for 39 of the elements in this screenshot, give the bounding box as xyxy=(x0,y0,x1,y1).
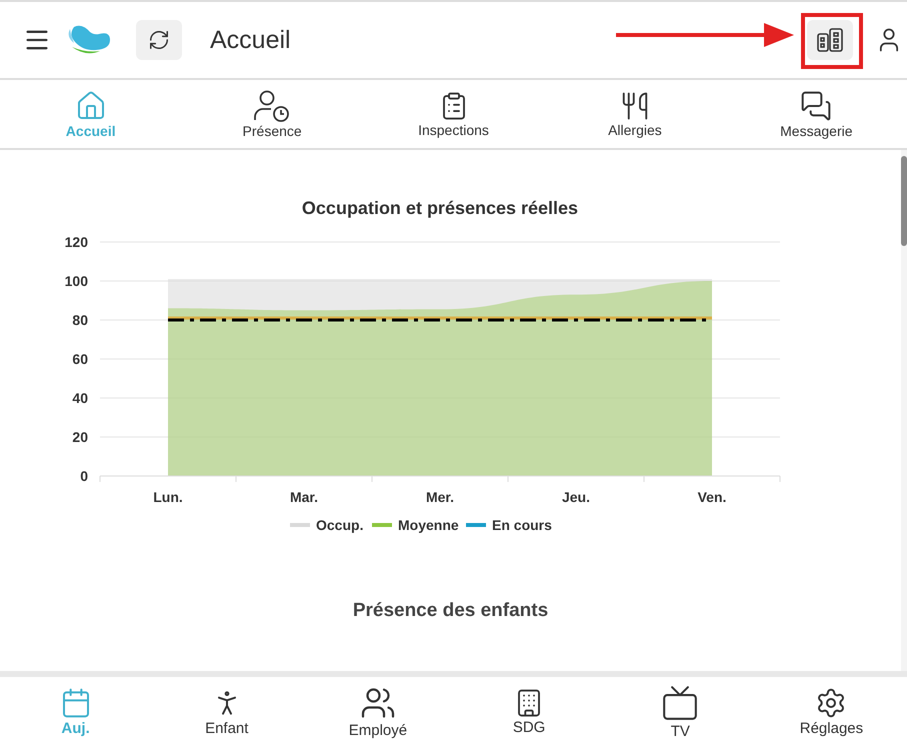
axis-tick-label: 80 xyxy=(72,312,88,328)
bottom-nav-tab[interactable]: Enfant xyxy=(151,677,302,747)
bottom-nav-tab[interactable]: Réglages xyxy=(756,677,907,747)
legend-label: Moyenne xyxy=(398,517,459,533)
legend-label: Occup. xyxy=(316,517,364,533)
axis-category-label: Lun. xyxy=(153,489,183,505)
axis-tick-label: 60 xyxy=(72,351,88,367)
axis-tick-label: 120 xyxy=(64,234,88,250)
refresh-icon xyxy=(148,29,170,51)
legend-item[interactable]: Occup. xyxy=(290,517,364,533)
axis-tick-label: 0 xyxy=(80,468,88,484)
tv-icon xyxy=(661,684,700,722)
refresh-button[interactable] xyxy=(136,20,182,60)
scrollbar[interactable] xyxy=(901,150,907,671)
axis-category-label: Mer. xyxy=(426,489,454,505)
highlight-frame xyxy=(801,13,863,69)
person-clock-icon xyxy=(253,90,292,122)
nav-tab[interactable]: Messagerie xyxy=(726,80,907,148)
section-title: Présence des enfants xyxy=(352,600,550,622)
axis-category-label: Mar. xyxy=(290,489,318,505)
chart-title: Occupation et présences réelles xyxy=(302,198,578,218)
axis-category-label: Jeu. xyxy=(562,489,590,505)
legend-item[interactable]: Moyenne xyxy=(372,517,459,533)
nav-tab[interactable]: Allergies xyxy=(544,80,726,148)
legend-item[interactable]: En cours xyxy=(466,517,552,533)
axis-tick-label: 40 xyxy=(72,390,88,406)
nav-tab[interactable]: Inspections xyxy=(362,80,544,148)
axis-tick-label: 100 xyxy=(64,273,88,289)
buildings-button[interactable] xyxy=(807,20,853,60)
bottom-nav-tab[interactable]: TV xyxy=(604,677,756,747)
nav-tab[interactable]: Présence xyxy=(181,80,363,148)
chat-bubbles-icon xyxy=(800,90,832,122)
page-title: Accueil xyxy=(210,26,292,54)
bottom-nav-tab[interactable]: SDG xyxy=(454,677,605,747)
bottom-nav-tab[interactable]: Employé xyxy=(302,677,454,747)
buildings-icon xyxy=(816,27,844,53)
axis-tick-label: 20 xyxy=(72,429,88,445)
legend-label: En cours xyxy=(492,517,552,533)
axis-category-label: Ven. xyxy=(698,489,726,505)
